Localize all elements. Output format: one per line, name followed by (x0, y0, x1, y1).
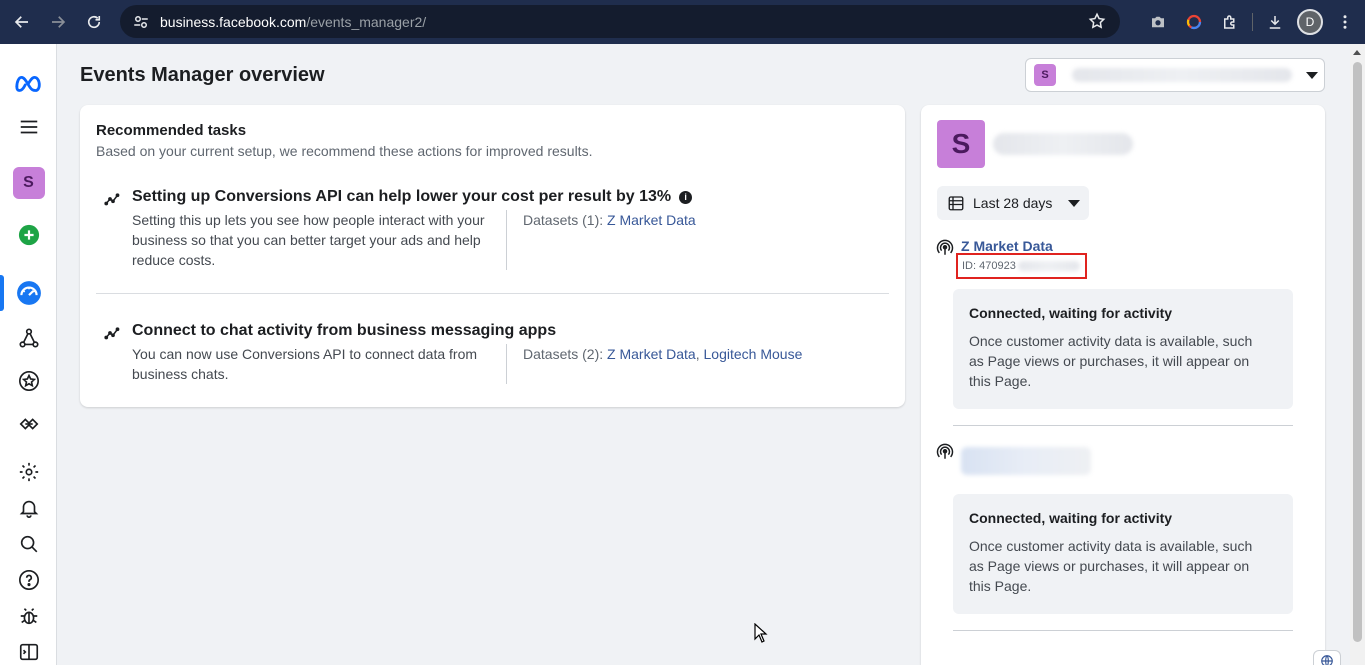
task-title-text: Connect to chat activity from business m… (132, 322, 557, 339)
task-separator (96, 293, 889, 294)
scroll-up-icon[interactable] (1353, 50, 1361, 55)
task-datasets: Datasets (2): Z Market Data, Logitech Mo… (523, 344, 802, 364)
chrome-menu-icon[interactable] (1331, 8, 1359, 36)
bookmark-star-icon[interactable] (1088, 12, 1106, 30)
create-icon[interactable] (0, 217, 57, 253)
status-title: Connected, waiting for activity (969, 305, 1173, 321)
scroll-thumb[interactable] (1353, 62, 1362, 642)
settings-icon[interactable] (0, 454, 57, 490)
color-extension-icon[interactable] (1180, 8, 1208, 36)
recommended-title: Recommended tasks (96, 122, 247, 139)
dataset-signal-icon (936, 443, 954, 459)
camera-icon[interactable] (1144, 8, 1172, 36)
extensions-puzzle-icon[interactable] (1216, 8, 1244, 36)
task-title[interactable]: Setting up Conversions API can help lowe… (132, 188, 693, 206)
redacted-account-name (1072, 68, 1292, 82)
task-item: Setting up Conversions API can help lowe… (96, 188, 889, 270)
dataset-status-box: Connected, waiting for activity Once cus… (953, 494, 1293, 614)
datasets-label: Datasets (1): (523, 212, 608, 228)
dataset-link-z-market-data[interactable]: Z Market Data (607, 346, 696, 362)
calendar-icon (948, 196, 964, 211)
star-icon[interactable] (0, 363, 57, 399)
events-manager-icon[interactable] (0, 275, 57, 311)
account-selector[interactable]: S (1025, 58, 1325, 92)
chevron-down-icon (1306, 71, 1318, 79)
account-overview-panel: S Last 28 days Z Market Data ID: 470923 … (921, 105, 1325, 665)
date-range-label: Last 28 days (973, 195, 1053, 211)
notifications-icon[interactable] (0, 490, 57, 526)
redacted-dataset-name (961, 447, 1091, 475)
page-title: Events Manager overview (80, 64, 325, 86)
data-sources-icon[interactable] (0, 320, 57, 356)
dataset-separator (953, 630, 1293, 631)
account-avatar-large: S (937, 120, 985, 168)
recommended-subtitle: Based on your current setup, we recommen… (96, 143, 593, 159)
reload-icon[interactable] (76, 4, 112, 40)
help-icon[interactable] (0, 562, 57, 598)
task-divider (506, 210, 507, 270)
dataset-name-link[interactable]: Z Market Data (961, 238, 1053, 254)
partner-integrations-icon[interactable] (0, 406, 57, 442)
search-icon[interactable] (0, 526, 57, 562)
task-description: You can now use Conversions API to conne… (132, 346, 478, 382)
address-bar[interactable]: business.facebook.com/events_manager2/ (120, 5, 1120, 38)
dataset-signal-icon (936, 239, 954, 255)
left-sidebar: S (0, 44, 57, 665)
download-icon[interactable] (1261, 8, 1289, 36)
status-title: Connected, waiting for activity (969, 510, 1173, 526)
menu-icon[interactable] (0, 109, 57, 145)
task-description: Setting this up lets you see how people … (132, 212, 485, 268)
task-title[interactable]: Connect to chat activity from business m… (132, 322, 556, 340)
status-body: Once customer activity data is available… (969, 538, 1253, 594)
debug-icon[interactable] (0, 598, 57, 634)
globe-icon[interactable] (1313, 650, 1341, 665)
toolbar-separator (1252, 13, 1253, 31)
dataset-link-z-market-data[interactable]: Z Market Data (607, 212, 696, 228)
task-title-text: Setting up Conversions API can help lowe… (132, 188, 672, 205)
dataset-link-logitech-mouse[interactable]: Logitech Mouse (704, 346, 803, 362)
trend-icon (104, 193, 120, 206)
dataset-status-box: Connected, waiting for activity Once cus… (953, 289, 1293, 409)
dataset-separator (953, 425, 1293, 426)
account-avatar[interactable]: S (0, 165, 57, 201)
account-badge: S (1034, 64, 1056, 86)
account-initial: S (12, 167, 45, 199)
dataset-id: ID: 470923 (956, 253, 1087, 279)
redacted-account-title (993, 133, 1133, 155)
forward-icon[interactable] (40, 4, 76, 40)
datasets-separator: , (695, 346, 704, 362)
dataset-id-text: ID: 470923 (962, 260, 1016, 272)
collapse-panel-icon[interactable] (0, 634, 57, 665)
redacted-id (1017, 261, 1080, 271)
browser-toolbar: business.facebook.com/events_manager2/ D (0, 0, 1365, 44)
url-path: /events_manager2/ (306, 13, 427, 30)
date-range-dropdown[interactable]: Last 28 days (937, 186, 1089, 220)
meta-logo-icon[interactable] (0, 65, 57, 101)
url-host: business.facebook.com (160, 13, 307, 30)
mouse-cursor-icon (754, 623, 768, 643)
info-icon[interactable]: i (679, 190, 693, 204)
chevron-down-icon (1068, 199, 1081, 207)
site-settings-icon[interactable] (132, 13, 150, 31)
recommended-tasks-card: Recommended tasks Based on your current … (80, 105, 905, 407)
back-icon[interactable] (4, 4, 40, 40)
task-divider (506, 344, 507, 384)
datasets-label: Datasets (2): (523, 346, 608, 362)
status-body: Once customer activity data is available… (969, 333, 1253, 389)
task-item: Connect to chat activity from business m… (96, 322, 889, 384)
task-datasets: Datasets (1): Z Market Data (523, 210, 696, 230)
profile-avatar[interactable]: D (1297, 9, 1323, 35)
page-scrollbar[interactable] (1350, 44, 1365, 665)
trend-icon (104, 327, 120, 340)
